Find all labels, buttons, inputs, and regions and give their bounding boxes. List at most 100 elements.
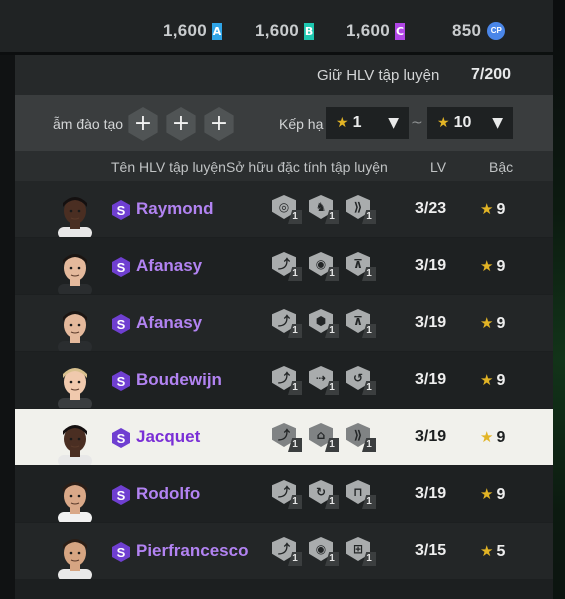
chevron-down-icon: ▼ — [388, 115, 399, 131]
trait-target-icon[interactable]: ◎ 1 — [272, 193, 302, 225]
trait-list: ⤴ 1 ⌂ 1 ⟫ 1 — [272, 421, 392, 455]
add-slot-button-2[interactable]: + — [166, 107, 196, 141]
trait-kick-icon[interactable]: ⤴ 1 — [272, 364, 302, 396]
coach-row[interactable]: S Rodolfo ⤴ 1 ↻ 1 ⊓ 1 3/19 ★ 9 — [15, 466, 553, 522]
svg-text:S: S — [117, 488, 126, 503]
star-icon: ★ — [480, 371, 494, 389]
trait-glyph: ⤴ — [277, 371, 290, 385]
column-grade[interactable]: Bậc — [489, 159, 513, 175]
coach-row[interactable]: S Boudewijn ⤴ 1 ⇢ 1 ↺ 1 3/19 ★ 9 — [15, 352, 553, 408]
trait-hook-icon[interactable]: ↺ 1 — [346, 364, 376, 396]
trait-list: ⤴ 1 ⇢ 1 ↺ 1 — [272, 364, 392, 398]
trait-trap-icon[interactable]: ⊼ 1 — [346, 250, 376, 282]
add-slot-button-1[interactable]: + — [128, 107, 158, 141]
coach-row[interactable]: S Afanasy ⤴ 1 ⬢ 1 ⊼ 1 3/19 ★ 9 — [15, 295, 553, 351]
coach-name: Afanasy — [136, 256, 203, 275]
currency-b: 1,600 B — [255, 20, 315, 42]
trait-trap-icon[interactable]: ⊼ 1 — [346, 307, 376, 339]
trait-list: ⤴ 1 ↻ 1 ⊓ 1 — [272, 478, 392, 512]
s-rank-badge-icon: S — [111, 200, 131, 220]
trait-ball-icon[interactable]: ◉ 1 — [309, 535, 339, 567]
trait-glyph: ⊓ — [353, 485, 363, 499]
cp-coin-icon: CP — [487, 22, 506, 40]
range-separator: ~ — [411, 115, 423, 131]
trait-glyph: ◎ — [278, 200, 290, 214]
svg-text:S: S — [117, 431, 126, 446]
coach-grade-value: 5 — [496, 543, 506, 560]
coach-grade: ★ 9 — [480, 371, 505, 390]
coach-grade: ★ 9 — [480, 257, 505, 276]
trait-glyph: ⤴ — [277, 257, 290, 271]
star-icon: ★ — [336, 115, 349, 131]
rank-to-dropdown[interactable]: ★ 10 ▼ — [427, 107, 513, 139]
currency-c-value: 1,600 — [346, 21, 391, 40]
svg-text:S: S — [117, 260, 126, 275]
s-rank-badge-icon: S — [111, 428, 131, 448]
trait-kick-icon[interactable]: ⤴ 1 — [272, 421, 302, 453]
trait-list: ⤴ 1 ◉ 1 ⊼ 1 — [272, 250, 392, 284]
currency-b-icon: B — [304, 22, 315, 40]
coach-name: Raymond — [136, 199, 214, 218]
trait-horse-icon[interactable]: ♞ 1 — [309, 193, 339, 225]
s-rank-badge-icon: S — [111, 485, 131, 505]
trait-list: ◎ 1 ♞ 1 ⟫ 1 — [272, 193, 392, 227]
coach-level: 3/19 — [415, 257, 447, 274]
holder-label: Giữ HLV tập luyện — [317, 67, 440, 84]
trait-sprint-icon[interactable]: ⟫ 1 — [346, 421, 376, 453]
trait-kick-icon[interactable]: ⤴ 1 — [272, 250, 302, 282]
trait-ball-icon[interactable]: ◉ 1 — [309, 250, 339, 282]
currency-a: 1,600 A — [163, 20, 223, 42]
trait-goal-icon[interactable]: ⊓ 1 — [346, 478, 376, 510]
currency-c-icon: C — [395, 22, 406, 40]
coach-level: 3/19 — [415, 485, 447, 502]
trait-glyph: ⌂ — [316, 428, 326, 442]
coach-name: Rodolfo — [136, 484, 201, 503]
s-rank-badge-icon: S — [111, 542, 131, 562]
coach-row[interactable]: S Pierfrancesco ⤴ 1 ◉ 1 ⊞ 1 3/15 ★ 5 — [15, 523, 553, 579]
coach-row[interactable]: S Raymond ◎ 1 ♞ 1 ⟫ 1 3/23 ★ 9 — [15, 181, 553, 237]
add-slot-button-3[interactable]: + — [204, 107, 234, 141]
column-name[interactable]: Tên HLV tập luyện — [111, 159, 226, 175]
column-traits: Sở hữu đặc tính tập luyện — [226, 159, 388, 175]
trait-curl-icon[interactable]: ↻ 1 — [309, 478, 339, 510]
trait-kick-icon[interactable]: ⤴ 1 — [272, 535, 302, 567]
coach-name: Afanasy — [136, 313, 203, 332]
currency-cp: 850 CP — [452, 20, 506, 42]
coach-portrait — [54, 533, 96, 579]
s-rank-badge-icon: S — [111, 371, 131, 391]
coach-grade: ★ 5 — [480, 542, 505, 561]
coach-name: Boudewijn — [136, 370, 222, 389]
trait-kick-icon[interactable]: ⤴ 1 — [272, 307, 302, 339]
trait-shield-icon[interactable]: ⬢ 1 — [309, 307, 339, 339]
coach-row[interactable]: S Jacquet ⤴ 1 ⌂ 1 ⟫ 1 3/19 ★ 9 — [15, 409, 553, 465]
trait-boot-icon[interactable]: ⌂ 1 — [309, 421, 339, 453]
coach-name: Pierfrancesco — [136, 541, 249, 560]
svg-text:S: S — [117, 374, 126, 389]
trait-glyph: ⊼ — [353, 257, 363, 271]
trait-glyph: ↺ — [352, 371, 364, 385]
trait-glyph: ⊞ — [352, 542, 364, 556]
coach-row[interactable]: S Afanasy ⤴ 1 ◉ 1 ⊼ 1 3/19 ★ 9 — [15, 238, 553, 294]
coach-level: 3/19 — [415, 314, 447, 331]
currency-a-value: 1,600 — [163, 21, 208, 40]
coach-grade-value: 9 — [496, 315, 506, 332]
trait-grid-icon[interactable]: ⊞ 1 — [346, 535, 376, 567]
trait-pass-icon[interactable]: ⇢ 1 — [309, 364, 339, 396]
column-lv[interactable]: LV — [430, 159, 446, 175]
coach-level: 3/19 — [415, 371, 447, 388]
currency-c: 1,600 C — [346, 20, 406, 42]
trait-kick-icon[interactable]: ⤴ 1 — [272, 478, 302, 510]
svg-text:S: S — [117, 203, 126, 218]
star-icon: ★ — [480, 485, 494, 503]
coach-portrait — [54, 476, 96, 522]
coach-portrait — [54, 305, 96, 351]
trait-glyph: ◉ — [315, 257, 327, 271]
trait-glyph: ⟫ — [353, 428, 363, 442]
trait-glyph: ⤴ — [277, 428, 290, 442]
trait-sprint-icon[interactable]: ⟫ 1 — [346, 193, 376, 225]
svg-text:S: S — [117, 317, 126, 332]
star-icon: ★ — [480, 428, 494, 446]
trait-glyph: ◉ — [315, 542, 327, 556]
coach-grade: ★ 9 — [480, 485, 505, 504]
rank-from-dropdown[interactable]: ★ 1 ▼ — [326, 107, 409, 139]
